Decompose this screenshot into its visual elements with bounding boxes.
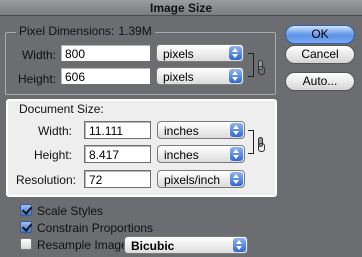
chain-link-icon [258, 137, 265, 152]
pixel-width-unit-select[interactable]: pixels [156, 44, 244, 62]
document-size-legend: Document Size: [16, 103, 107, 116]
popup-arrows-icon [233, 238, 246, 252]
pixel-width-unit-value: pixels [163, 47, 194, 61]
dialog-title: Image Size [149, 1, 213, 15]
scale-styles-label: Scale Styles [37, 204, 104, 218]
title-bar[interactable]: Image Size [0, 0, 362, 16]
resolution-label: Resolution: [15, 173, 76, 187]
resample-image-label: Resample Image: [37, 238, 132, 252]
doc-height-field[interactable]: 8.417 [84, 145, 151, 163]
ok-button[interactable]: OK [285, 25, 355, 44]
resample-method-select[interactable]: Bicubic [124, 236, 248, 254]
doc-width-unit-value: inches [164, 124, 199, 138]
pixel-link-bracket [248, 53, 254, 77]
constrain-proportions-checkbox[interactable] [20, 221, 32, 233]
chain-link-icon [258, 60, 265, 75]
constrain-proportions-label: Constrain Proportions [37, 221, 154, 235]
pixel-height-label: Height: [17, 72, 56, 86]
popup-arrows-icon [230, 147, 243, 161]
doc-height-label: Height: [33, 148, 72, 162]
document-link-bracket [248, 130, 254, 154]
resolution-unit-select[interactable]: pixels/inch [157, 170, 245, 188]
resolution-unit-value: pixels/inch [164, 173, 221, 187]
pixel-height-unit-select[interactable]: pixels [156, 67, 244, 85]
doc-width-label: Width: [37, 124, 72, 138]
pixel-dimensions-label: Pixel Dimensions: [19, 24, 115, 38]
resample-image-checkbox[interactable] [20, 238, 32, 250]
doc-width-field[interactable]: 11.111 [84, 121, 151, 139]
pixel-height-field[interactable]: 606 [60, 67, 151, 85]
auto-button[interactable]: Auto... [285, 72, 355, 91]
popup-arrows-icon [229, 46, 242, 60]
popup-arrows-icon [230, 172, 243, 186]
doc-height-unit-select[interactable]: inches [157, 145, 245, 163]
pixel-width-field[interactable]: 800 [60, 44, 151, 62]
popup-arrows-icon [230, 123, 243, 137]
resample-method-value: Bicubic [131, 239, 175, 253]
resolution-field[interactable]: 72 [84, 170, 151, 188]
doc-height-unit-value: inches [164, 148, 199, 162]
pixel-dimensions-size: 1.39M [118, 24, 152, 38]
pixel-dimensions-legend: Pixel Dimensions: 1.39M [16, 25, 155, 38]
scale-styles-checkbox[interactable] [20, 204, 32, 216]
doc-width-unit-select[interactable]: inches [157, 121, 245, 139]
pixel-width-label: Width: [21, 48, 56, 62]
cancel-button[interactable]: Cancel [285, 45, 355, 64]
image-size-dialog: Image Size Pixel Dimensions: 1.39M Width:… [0, 0, 362, 257]
pixel-height-unit-value: pixels [163, 70, 194, 84]
popup-arrows-icon [229, 69, 242, 83]
